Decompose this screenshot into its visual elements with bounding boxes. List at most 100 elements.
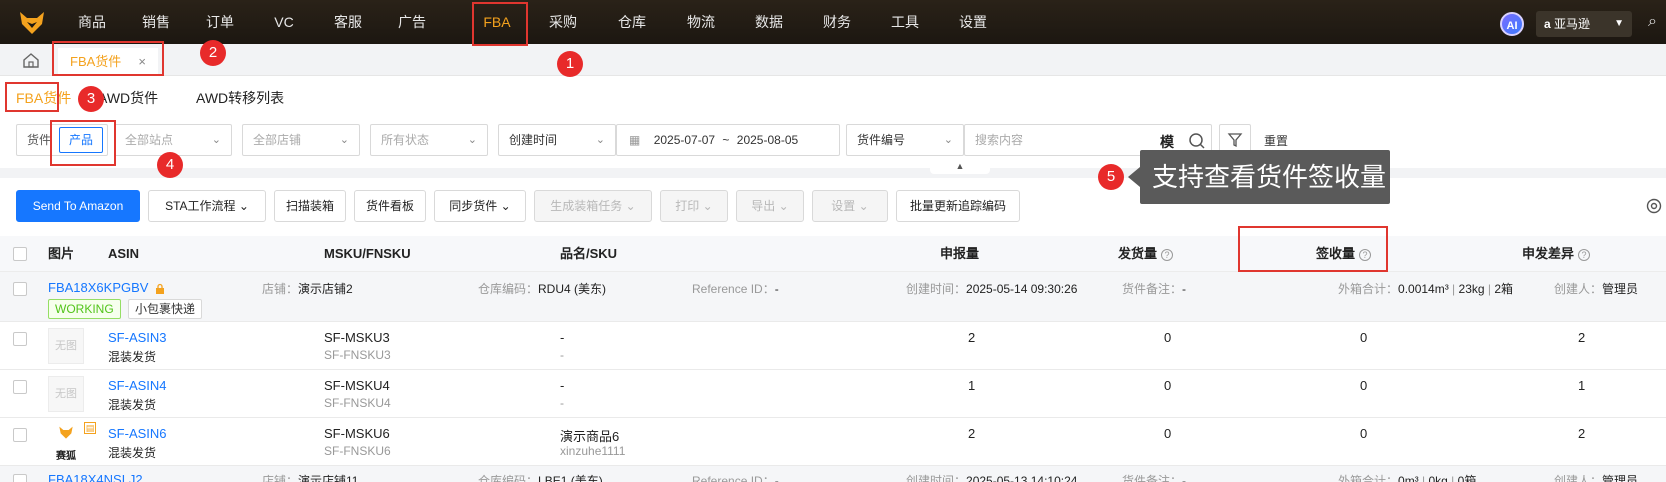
- export-label: 导出: [751, 199, 776, 213]
- select-all-checkbox[interactable]: [13, 247, 27, 261]
- batch-update-tracking-button[interactable]: 批量更新追踪编码: [896, 190, 1020, 222]
- product-image-placeholder: 无图: [48, 376, 84, 412]
- fuzzy-search-toggle[interactable]: 模: [1160, 132, 1174, 152]
- shop-value: 演示店铺2: [298, 282, 353, 296]
- product-image: 赛狐: [48, 424, 84, 462]
- status-badge: WORKING: [48, 299, 121, 319]
- row-checkbox[interactable]: [13, 332, 27, 346]
- row-checkbox[interactable]: [13, 380, 27, 394]
- help-icon[interactable]: ?: [1578, 248, 1591, 261]
- creator-label: 创建人：: [1554, 282, 1603, 296]
- nav-item-products[interactable]: 商品: [72, 0, 112, 44]
- shipped-qty: 0: [1164, 426, 1172, 441]
- col-diff: 申发差异?: [1522, 236, 1591, 272]
- shop-info: 店铺：演示店铺11: [262, 472, 358, 482]
- shipment-board-button[interactable]: 货件看板: [354, 190, 426, 222]
- row-checkbox[interactable]: [13, 428, 27, 442]
- shipment-id-link[interactable]: FBA18X6KPGBV: [48, 280, 148, 295]
- ai-assistant-icon[interactable]: AI: [1500, 12, 1524, 36]
- creator-info: 创建人：管理员: [1554, 280, 1638, 297]
- note-label: 货件备注：: [1122, 474, 1183, 482]
- global-search-icon[interactable]: ⌕: [1648, 13, 1657, 31]
- fnsku-value: SF-FNSKU3: [324, 348, 391, 362]
- calendar-icon: ▦: [629, 133, 641, 147]
- export-button[interactable]: 导出 ⌄: [736, 190, 804, 222]
- shipment-id-link[interactable]: FBA18X4NSLJ2: [48, 472, 143, 482]
- send-to-amazon-button[interactable]: Send To Amazon: [16, 190, 140, 222]
- home-icon[interactable]: [20, 51, 42, 69]
- shop-info: 店铺：演示店铺2: [262, 280, 353, 297]
- separator: |: [1484, 282, 1495, 296]
- table-row: 无图 SF-ASIN4 混装发货 SF-MSKU4 SF-FNSKU4 - - …: [0, 370, 1666, 418]
- box-label: 外箱合计：: [1338, 474, 1399, 482]
- section-divider: [0, 168, 1666, 178]
- reset-button[interactable]: 重置: [1264, 132, 1288, 149]
- print-label: 打印: [675, 199, 700, 213]
- nav-item-purchase[interactable]: 采购: [543, 0, 583, 44]
- nav-item-sales[interactable]: 销售: [136, 0, 176, 44]
- shipment-checkbox[interactable]: [13, 282, 27, 296]
- nav-item-settings[interactable]: 设置: [953, 0, 993, 44]
- nav-item-service[interactable]: 客服: [328, 0, 368, 44]
- table-header: 图片 ASIN MSKU/FNSKU 品名/SKU 申报量 发货量? 签收量? …: [0, 236, 1666, 272]
- nav-item-vc[interactable]: VC: [264, 0, 304, 44]
- nav-item-ads[interactable]: 广告: [392, 0, 432, 44]
- declared-qty: 1: [968, 378, 976, 393]
- creator-value: 管理员: [1602, 282, 1639, 296]
- nav-item-logistics[interactable]: 物流: [681, 0, 721, 44]
- help-icon[interactable]: ?: [1161, 248, 1174, 261]
- separator: |: [1447, 474, 1458, 482]
- sta-workflow-button[interactable]: STA工作流程 ⌄: [148, 190, 266, 222]
- sku-value: -: [560, 348, 564, 362]
- subtab-awd-transfer[interactable]: AWD转移列表: [196, 88, 284, 110]
- status-placeholder: 所有状态: [381, 133, 430, 147]
- search-icon[interactable]: [1187, 131, 1207, 151]
- chevron-down-icon: ⌄: [211, 134, 221, 146]
- col-declared: 申报量: [940, 246, 980, 261]
- site-select[interactable]: 全部站点 ⌄: [114, 124, 232, 156]
- settings-button[interactable]: 设置 ⌄: [812, 190, 888, 222]
- marketplace-select[interactable]: a 亚马逊 ▼: [1536, 11, 1632, 37]
- box-count: 2箱: [1494, 282, 1514, 296]
- shop-label: 店铺：: [262, 474, 299, 482]
- nav-item-data[interactable]: 数据: [749, 0, 789, 44]
- print-button[interactable]: 打印 ⌄: [660, 190, 728, 222]
- separator: |: [1448, 282, 1459, 296]
- shipment-checkbox[interactable]: [13, 474, 27, 482]
- separator: |: [1418, 474, 1429, 482]
- gear-icon[interactable]: [1645, 197, 1663, 215]
- feature-tooltip: 支持查看货件签收量: [1128, 150, 1390, 204]
- sync-shipment-button[interactable]: 同步货件 ⌄: [434, 190, 526, 222]
- table-row: 赛狐 ▤ SF-ASIN6 混装发货 SF-MSKU6 SF-FNSKU6 演示…: [0, 418, 1666, 466]
- generate-pack-task-button[interactable]: 生成装箱任务 ⌄: [534, 190, 652, 222]
- nav-item-warehouse[interactable]: 仓库: [612, 0, 652, 44]
- nav-item-tools[interactable]: 工具: [885, 0, 925, 44]
- date-range-picker[interactable]: ▦ 2025-07-07 ~ 2025-08-05: [616, 124, 840, 156]
- asin-link[interactable]: SF-ASIN3: [108, 330, 167, 345]
- fox-logo-icon[interactable]: [18, 8, 46, 36]
- reference-label: Reference ID：: [692, 282, 775, 296]
- time-type-select[interactable]: 创建时间 ⌄: [498, 124, 616, 156]
- step-badge-4: 4: [157, 152, 183, 178]
- asin-link[interactable]: SF-ASIN6: [108, 426, 167, 441]
- reference-label: Reference ID：: [692, 474, 775, 482]
- reference-info: Reference ID：-: [692, 472, 779, 482]
- nav-item-finance[interactable]: 财务: [817, 0, 857, 44]
- status-select[interactable]: 所有状态 ⌄: [370, 124, 488, 156]
- col-shipped-label: 发货量: [1118, 246, 1158, 261]
- sync-shipment-label: 同步货件: [449, 199, 498, 213]
- shop-select[interactable]: 全部店铺 ⌄: [242, 124, 360, 156]
- received-qty: 0: [1360, 378, 1368, 393]
- ship-mode: 混装发货: [108, 446, 157, 460]
- asin-link[interactable]: SF-ASIN4: [108, 378, 167, 393]
- nav-item-orders[interactable]: 订单: [200, 0, 240, 44]
- segment-shipment[interactable]: 货件: [27, 133, 51, 147]
- note-info: 货件备注：-: [1122, 280, 1186, 297]
- received-qty: 0: [1360, 426, 1368, 441]
- collapse-filters-icon[interactable]: ▲: [930, 160, 990, 174]
- scan-pack-button[interactable]: 扫描装箱: [274, 190, 346, 222]
- subtab-awd-shipments[interactable]: AWD货件: [98, 88, 158, 110]
- search-field-select[interactable]: 货件编号 ⌄: [846, 124, 964, 156]
- chevron-down-icon: ⌄: [500, 199, 511, 213]
- shipment-group-row: FBA18X6KPGBV 店铺：演示店铺2 仓库编码：RDU4 (美东) Ref…: [0, 272, 1666, 322]
